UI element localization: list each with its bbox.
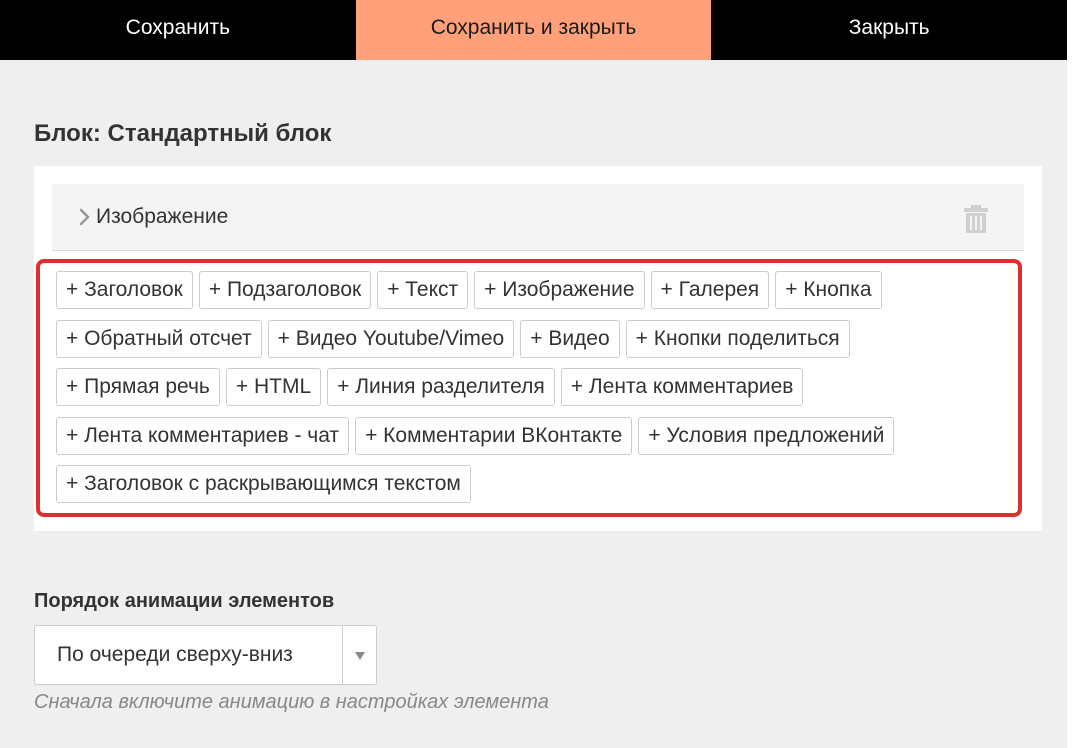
add-element-row: + Лента комментариев - чат + Комментарии… <box>56 417 900 455</box>
add-offer-terms-button[interactable]: + Условия предложений <box>638 417 895 455</box>
add-quote-button[interactable]: + Прямая речь <box>56 368 220 406</box>
add-countdown-button[interactable]: + Обратный отсчет <box>56 320 262 358</box>
block-title: Блок: Стандартный блок <box>34 120 332 147</box>
add-subheading-button[interactable]: + Подзаголовок <box>198 271 372 309</box>
chevron-right-icon[interactable] <box>78 205 92 229</box>
trash-icon[interactable] <box>963 204 989 234</box>
add-divider-button[interactable]: + Линия разделителя <box>327 368 555 406</box>
animation-hint: Сначала включите анимацию в настройках э… <box>34 691 549 713</box>
add-button-button[interactable]: + Кнопка <box>775 271 882 309</box>
accordion-image[interactable]: Изображение <box>52 184 1024 251</box>
animation-order-label: Порядок анимации элементов <box>34 590 335 612</box>
save-button[interactable]: Сохранить <box>0 0 356 60</box>
close-button[interactable]: Закрыть <box>711 0 1068 60</box>
add-element-row: + Прямая речь + HTML + Линия разделителя… <box>56 368 809 406</box>
add-text-button[interactable]: + Текст <box>377 271 469 309</box>
animation-order-select[interactable]: По очереди сверху-вниз <box>34 625 377 685</box>
add-comments-feed-button[interactable]: + Лента комментариев <box>560 368 804 406</box>
add-video-button[interactable]: + Видео <box>520 320 620 358</box>
animation-order-value[interactable]: По очереди сверху-вниз <box>57 626 293 684</box>
add-element-area: + Заголовок + Подзаголовок + Текст + Изо… <box>36 259 1022 517</box>
add-html-button[interactable]: + HTML <box>225 368 322 406</box>
block-panel: Изображение + Заголовок + Подзаголовок +… <box>34 166 1042 531</box>
accordion-label[interactable]: Изображение <box>96 202 228 232</box>
add-share-buttons-button[interactable]: + Кнопки поделиться <box>625 320 850 358</box>
add-element-row: + Заголовок с раскрывающимся текстом <box>56 465 477 503</box>
add-gallery-button[interactable]: + Галерея <box>650 271 770 309</box>
top-action-bar: Сохранить Сохранить и закрыть Закрыть <box>0 0 1068 60</box>
add-youtube-vimeo-button[interactable]: + Видео Youtube/Vimeo <box>267 320 515 358</box>
window-edge <box>1067 0 1076 748</box>
add-element-row: + Обратный отсчет + Видео Youtube/Vimeo … <box>56 320 856 358</box>
add-comments-chat-button[interactable]: + Лента комментариев - чат <box>56 417 350 455</box>
add-expandable-heading-button[interactable]: + Заголовок с раскрывающимся текстом <box>56 465 471 503</box>
select-divider <box>342 626 343 684</box>
add-vk-comments-button[interactable]: + Комментарии ВКонтакте <box>355 417 633 455</box>
add-element-row: + Заголовок + Подзаголовок + Текст + Изо… <box>56 271 888 309</box>
caret-down-icon[interactable] <box>355 652 365 660</box>
add-image-button[interactable]: + Изображение <box>474 271 645 309</box>
add-heading-button[interactable]: + Заголовок <box>56 271 193 309</box>
save-and-close-button[interactable]: Сохранить и закрыть <box>355 0 712 60</box>
